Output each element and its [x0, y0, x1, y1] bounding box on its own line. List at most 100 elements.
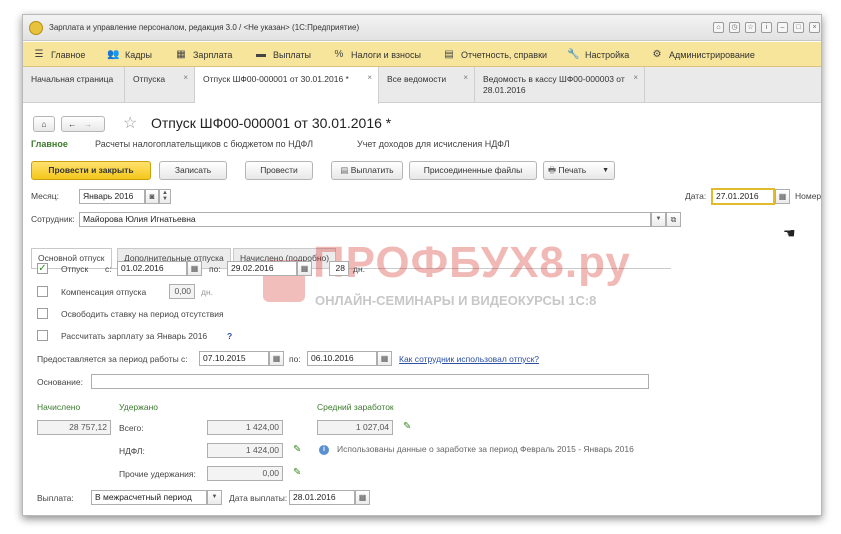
section-income-accounting[interactable]: Учет доходов для исчисления НДФЛ — [357, 139, 510, 149]
tab-vacation-doc-label: Отпуск ШФ00-000001 от 30.01.2016 * — [203, 74, 349, 84]
menu-payments-label: Выплаты — [273, 49, 311, 60]
home-icon[interactable]: ⌂ — [713, 22, 724, 33]
menu-taxes[interactable]: % Налоги и взносы — [333, 48, 421, 61]
payment-label: Выплата: — [37, 493, 74, 503]
basis-field[interactable] — [91, 374, 649, 389]
printer-icon: 🖶 — [548, 165, 559, 175]
month-stepper[interactable]: ▲ ▼ — [159, 189, 171, 204]
help-icon[interactable]: ? — [227, 331, 232, 341]
tab-vacations[interactable]: Отпуска × — [125, 67, 195, 103]
save-button[interactable]: Записать — [159, 161, 227, 180]
employee-open-icon[interactable]: ⧉ — [666, 212, 681, 227]
withheld-total-label: Всего: — [119, 423, 144, 433]
section-ndfl-settlements[interactable]: Расчеты налогоплательщиков с бюджетом по… — [95, 139, 313, 149]
calendar-icon[interactable]: ▦ — [355, 490, 370, 505]
date-calendar-icon[interactable]: ▦ — [775, 189, 790, 204]
month-label: Месяц: — [31, 191, 59, 201]
tab-cash-statement[interactable]: Ведомость в кассу ШФ00-000003 от 28.01.2… — [475, 67, 645, 103]
month-select-icon[interactable]: ◙ — [145, 189, 159, 204]
month-field[interactable]: Январь 2016 — [79, 189, 145, 204]
home-button[interactable]: ⌂ — [33, 116, 55, 132]
menu-payments[interactable]: ▬ Выплаты — [255, 48, 311, 61]
minimize-icon[interactable]: – — [777, 22, 788, 33]
menu-hr[interactable]: 👥 Кадры — [107, 48, 152, 61]
payment-select[interactable]: В межрасчетный период — [91, 490, 207, 505]
employee-dropdown-icon[interactable]: ▼ — [651, 212, 666, 227]
other-edit-pencil-icon[interactable]: ✎ — [293, 467, 301, 478]
tab-close-icon[interactable]: × — [183, 72, 188, 83]
withheld-total-field: 1 424,00 — [207, 420, 283, 435]
period-from-field[interactable]: 07.10.2015 — [199, 351, 269, 366]
wallet-icon: ▬ — [256, 49, 266, 60]
forward-arrow-icon[interactable]: → — [84, 119, 93, 129]
open-tabs-bar: Начальная страница Отпуска × Отпуск ШФ00-… — [23, 67, 821, 104]
employee-label: Сотрудник: — [31, 214, 75, 224]
vacation-days-field[interactable]: 28 — [329, 261, 349, 276]
vacation-days-unit: дн. — [353, 264, 366, 274]
favorite-star-icon[interactable]: ☆ — [123, 113, 137, 133]
tab-all-statements[interactable]: Все ведомости × — [379, 67, 475, 103]
history-icon[interactable]: ◷ — [729, 22, 740, 33]
calendar-icon[interactable]: ▦ — [297, 261, 312, 276]
tab-close-icon[interactable]: × — [367, 72, 372, 83]
info-icon[interactable]: i — [761, 22, 772, 33]
vacation-checkbox[interactable]: ✓ — [37, 263, 48, 274]
date-field[interactable]: 27.01.2016 — [711, 188, 775, 205]
calendar-icon[interactable]: ▦ — [377, 351, 392, 366]
pay-button[interactable]: ▤ Выплатить — [331, 161, 403, 180]
calc-salary-label: Рассчитать зарплату за Январь 2016 — [61, 331, 208, 341]
period-to-field[interactable]: 06.10.2016 — [307, 351, 377, 366]
print-button[interactable]: 🖶 Печать ▼ — [543, 161, 615, 180]
menu-admin-label: Администрирование — [669, 49, 755, 60]
calendar-icon[interactable]: ▦ — [269, 351, 284, 366]
menu-salary[interactable]: ▦ Зарплата — [175, 48, 232, 61]
menu-reports-label: Отчетность, справки — [461, 49, 548, 60]
employee-field[interactable]: Майорова Юлия Игнатьевна — [79, 212, 651, 227]
tab-home[interactable]: Начальная страница — [23, 67, 125, 103]
accrued-field: 28 757,12 — [37, 420, 111, 435]
maximize-icon[interactable]: □ — [793, 22, 804, 33]
post-button[interactable]: Провести — [245, 161, 313, 180]
calc-salary-checkbox[interactable] — [37, 330, 48, 341]
tab-close-icon[interactable]: × — [463, 72, 468, 83]
vacation-to-field[interactable]: 29.02.2016 — [227, 261, 297, 276]
payment-date-field[interactable]: 28.01.2016 — [289, 490, 355, 505]
tab-vacation-doc[interactable]: Отпуск ШФ00-000001 от 30.01.2016 * × — [195, 67, 379, 104]
calendar-icon[interactable]: ▦ — [187, 261, 202, 276]
close-icon[interactable]: × — [809, 22, 820, 33]
vacation-from-field[interactable]: 01.02.2016 — [117, 261, 187, 276]
menu-admin[interactable]: ⚙ Администрирование — [651, 48, 755, 61]
other-withholdings-field: 0,00 — [207, 466, 283, 481]
vacation-label: Отпуск — [61, 264, 89, 274]
watermark-title: ПРОФБУХ8.ру — [313, 238, 631, 287]
section-menu-bar: ☰ Главное 👥 Кадры ▦ Зарплата ▬ Выплаты % Нало… — [23, 42, 821, 67]
hand-cursor-icon: ☚ — [783, 225, 796, 241]
app-window: Зарплата и управление персоналом, редакц… — [22, 14, 822, 516]
attached-files-button[interactable]: Присоединенные файлы — [409, 161, 537, 180]
nav-buttons[interactable]: ← → — [61, 116, 105, 132]
compensation-checkbox[interactable] — [37, 286, 48, 297]
document-title: Отпуск ШФ00-000001 от 30.01.2016 * — [151, 115, 392, 131]
print-button-label: Печать — [558, 165, 587, 175]
section-main[interactable]: Главное — [31, 139, 68, 149]
tab-home-label: Начальная страница — [31, 74, 114, 84]
free-rate-checkbox[interactable] — [37, 308, 48, 319]
avg-edit-pencil-icon[interactable]: ✎ — [403, 421, 411, 432]
period-to-label: по: — [289, 354, 301, 364]
menu-reports[interactable]: ▤ Отчетность, справки — [443, 48, 547, 61]
compensation-label: Компенсация отпуска — [61, 287, 147, 297]
tab-close-icon[interactable]: × — [633, 72, 638, 83]
vacation-from-label: с: — [105, 264, 112, 274]
favorites-icon[interactable]: ☆ — [745, 22, 756, 33]
earnings-info-text: Использованы данные о заработке за перио… — [337, 444, 634, 454]
people-icon: 👥 — [107, 49, 120, 60]
vacation-usage-link[interactable]: Как сотрудник использовал отпуск? — [399, 354, 539, 364]
payment-dropdown-icon[interactable]: ▼ — [207, 490, 222, 505]
menu-settings[interactable]: 🔧 Настройка — [567, 48, 629, 61]
post-and-close-button[interactable]: Провести и закрыть — [31, 161, 151, 180]
avg-earnings-heading: Средний заработок — [317, 402, 394, 412]
menu-main[interactable]: ☰ Главное — [33, 48, 86, 61]
back-arrow-icon[interactable]: ← — [68, 119, 77, 129]
pay-icon: ▤ — [340, 165, 351, 175]
ndfl-edit-pencil-icon[interactable]: ✎ — [293, 444, 301, 455]
